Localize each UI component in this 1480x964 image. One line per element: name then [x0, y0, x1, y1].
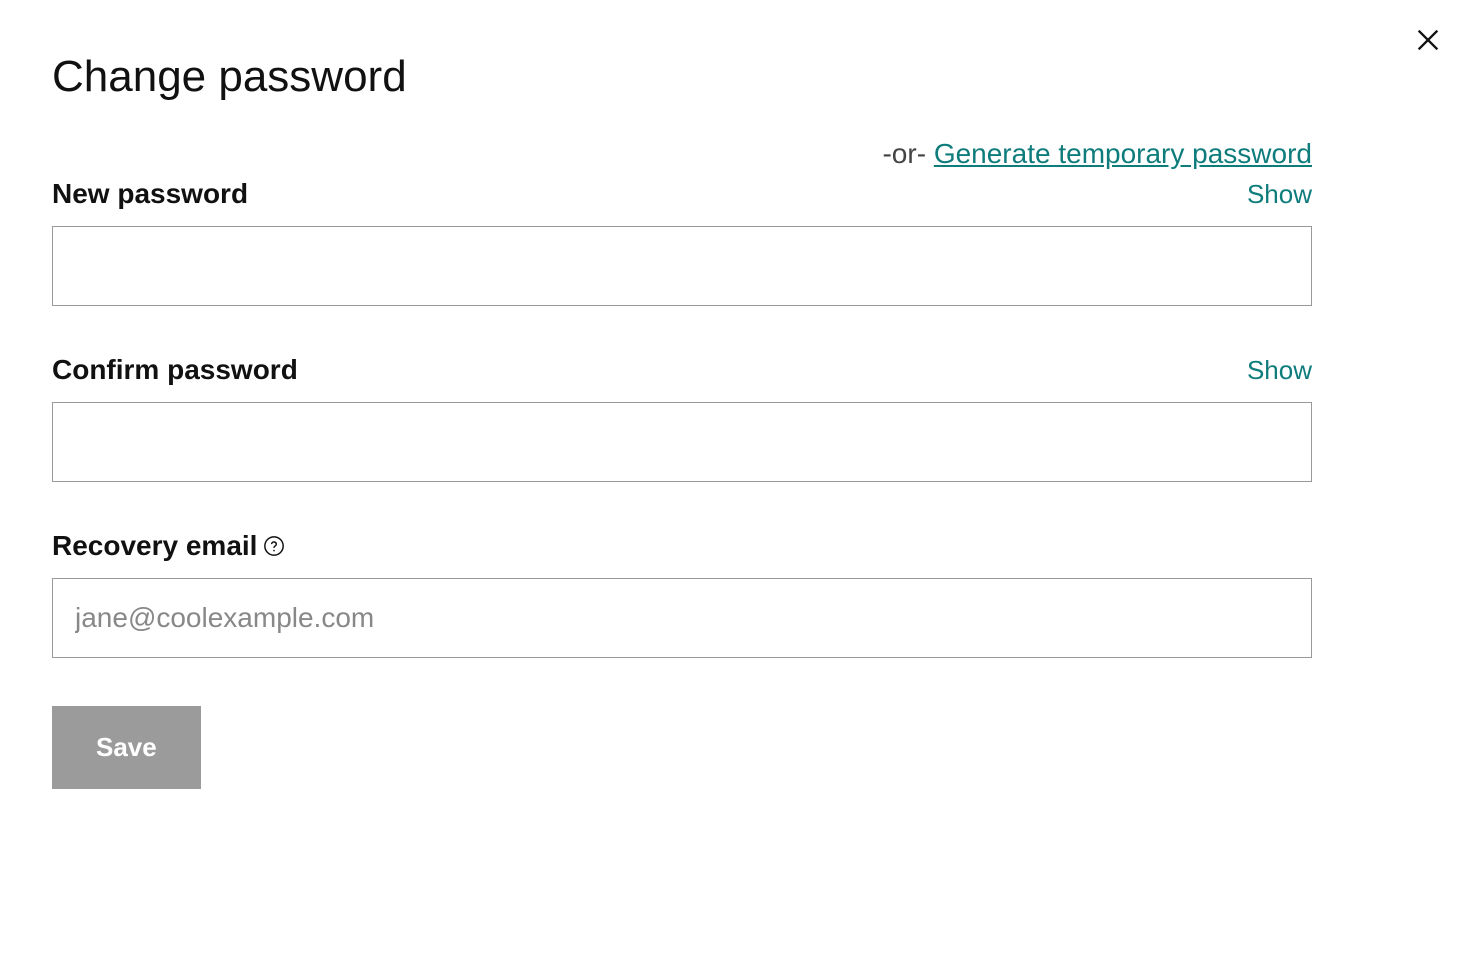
save-button[interactable]: Save: [52, 706, 201, 789]
recovery-email-label-text: Recovery email: [52, 530, 257, 562]
confirm-password-group: Confirm password Show: [52, 354, 1428, 482]
new-password-input[interactable]: [52, 226, 1312, 306]
generate-row: -or- Generate temporary password: [52, 138, 1428, 170]
or-text: -or-: [882, 138, 933, 169]
generate-temp-password-link[interactable]: Generate temporary password: [934, 138, 1312, 169]
confirm-password-label: Confirm password: [52, 354, 298, 386]
confirm-password-input[interactable]: [52, 402, 1312, 482]
new-password-label: New password: [52, 178, 248, 210]
recovery-email-group: Recovery email: [52, 530, 1428, 658]
show-confirm-password-toggle[interactable]: Show: [1247, 355, 1312, 386]
new-password-group: New password Show: [52, 178, 1428, 306]
recovery-email-input[interactable]: [52, 578, 1312, 658]
close-icon: [1414, 26, 1442, 54]
close-button[interactable]: [1412, 24, 1444, 56]
page-title: Change password: [52, 52, 1428, 102]
show-new-password-toggle[interactable]: Show: [1247, 179, 1312, 210]
help-icon[interactable]: [263, 535, 285, 557]
recovery-email-label: Recovery email: [52, 530, 285, 562]
